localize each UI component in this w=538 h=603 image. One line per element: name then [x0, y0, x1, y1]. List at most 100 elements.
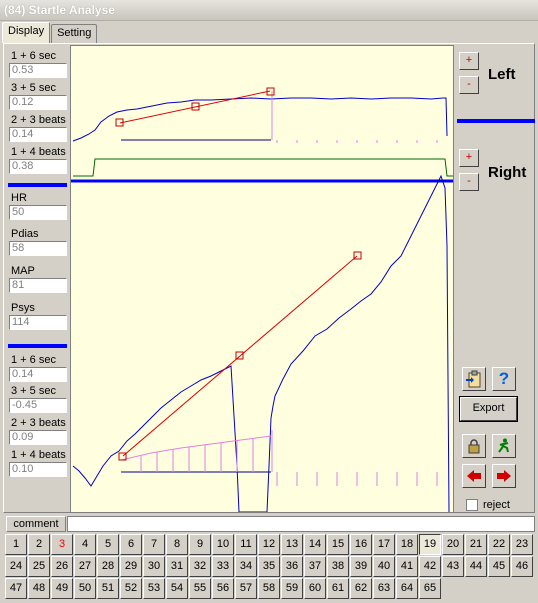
trial-button-7[interactable]: 7 — [143, 534, 165, 555]
trial-button-8[interactable]: 8 — [166, 534, 188, 555]
trial-button-26[interactable]: 26 — [51, 556, 73, 577]
trial-button-4[interactable]: 4 — [74, 534, 96, 555]
reject-option[interactable]: reject — [466, 499, 510, 511]
trial-button-33[interactable]: 33 — [212, 556, 234, 577]
export-button[interactable]: Export — [459, 396, 518, 422]
trial-button-52[interactable]: 52 — [120, 578, 142, 599]
right-zoom-out-button[interactable]: - — [459, 173, 479, 191]
field-label: Pdias — [11, 228, 39, 240]
run-button[interactable] — [492, 434, 516, 458]
trial-button-37[interactable]: 37 — [304, 556, 326, 577]
trial-button-32[interactable]: 32 — [189, 556, 211, 577]
trial-button-59[interactable]: 59 — [281, 578, 303, 599]
comment-input[interactable] — [67, 516, 535, 532]
trial-button-16[interactable]: 16 — [350, 534, 372, 555]
field-value[interactable]: 81 — [9, 278, 67, 293]
field-value[interactable]: 0.10 — [9, 462, 67, 477]
trial-button-9[interactable]: 9 — [189, 534, 211, 555]
trial-button-13[interactable]: 13 — [281, 534, 303, 555]
field-value[interactable]: 50 — [9, 205, 67, 220]
trial-button-49[interactable]: 49 — [51, 578, 73, 599]
trial-button-47[interactable]: 47 — [5, 578, 27, 599]
trial-button-44[interactable]: 44 — [465, 556, 487, 577]
trial-button-1[interactable]: 1 — [5, 534, 27, 555]
trial-button-11[interactable]: 11 — [235, 534, 257, 555]
help-button[interactable]: ? — [492, 367, 516, 391]
trial-button-29[interactable]: 29 — [120, 556, 142, 577]
trial-button-22[interactable]: 22 — [488, 534, 510, 555]
trial-button-51[interactable]: 51 — [97, 578, 119, 599]
display-panel: 1 + 6 sec 0.53 3 + 5 sec 0.12 2 + 3 beat… — [3, 43, 535, 513]
tab-display[interactable]: Display — [2, 22, 51, 43]
trial-button-48[interactable]: 48 — [28, 578, 50, 599]
lock-button[interactable] — [462, 434, 486, 458]
trial-button-3[interactable]: 3 — [51, 534, 73, 555]
trial-button-53[interactable]: 53 — [143, 578, 165, 599]
field-value[interactable]: 0.12 — [9, 95, 67, 110]
trial-button-39[interactable]: 39 — [350, 556, 372, 577]
tab-setting[interactable]: Setting — [51, 24, 98, 43]
trial-button-63[interactable]: 63 — [373, 578, 395, 599]
trial-button-6[interactable]: 6 — [120, 534, 142, 555]
window-title: (84) Startle Analyse — [0, 0, 538, 21]
trial-button-62[interactable]: 62 — [350, 578, 372, 599]
trial-button-5[interactable]: 5 — [97, 534, 119, 555]
trial-button-14[interactable]: 14 — [304, 534, 326, 555]
trial-button-56[interactable]: 56 — [212, 578, 234, 599]
trial-button-10[interactable]: 10 — [212, 534, 234, 555]
left-zoom-in-button[interactable]: + — [459, 52, 479, 70]
left-zoom-out-button[interactable]: - — [459, 76, 479, 94]
field-value[interactable]: 0.14 — [9, 367, 67, 382]
trial-button-34[interactable]: 34 — [235, 556, 257, 577]
trial-button-24[interactable]: 24 — [5, 556, 27, 577]
trial-button-55[interactable]: 55 — [189, 578, 211, 599]
trial-button-18[interactable]: 18 — [396, 534, 418, 555]
trial-button-54[interactable]: 54 — [166, 578, 188, 599]
arrow-right-icon — [497, 470, 511, 482]
trial-button-42[interactable]: 42 — [419, 556, 441, 577]
field-value[interactable]: 0.53 — [9, 63, 67, 78]
trial-button-64[interactable]: 64 — [396, 578, 418, 599]
reject-checkbox[interactable] — [466, 499, 478, 511]
trial-button-2[interactable]: 2 — [28, 534, 50, 555]
trial-button-50[interactable]: 50 — [74, 578, 96, 599]
trial-button-25[interactable]: 25 — [28, 556, 50, 577]
field-hr: HR 50 — [9, 192, 67, 220]
field-value[interactable]: 114 — [9, 315, 67, 330]
trial-button-15[interactable]: 15 — [327, 534, 349, 555]
field-value[interactable]: 0.38 — [9, 159, 67, 174]
trial-button-35[interactable]: 35 — [258, 556, 280, 577]
trial-button-17[interactable]: 17 — [373, 534, 395, 555]
trial-button-27[interactable]: 27 — [74, 556, 96, 577]
field-value[interactable]: 0.09 — [9, 430, 67, 445]
next-button[interactable] — [492, 464, 516, 488]
trial-button-61[interactable]: 61 — [327, 578, 349, 599]
trial-button-28[interactable]: 28 — [97, 556, 119, 577]
trial-button-41[interactable]: 41 — [396, 556, 418, 577]
clipboard-button[interactable] — [462, 367, 486, 391]
trial-button-40[interactable]: 40 — [373, 556, 395, 577]
right-zoom-in-button[interactable]: + — [459, 149, 479, 167]
field-value[interactable]: 58 — [9, 241, 67, 256]
trial-button-20[interactable]: 20 — [442, 534, 464, 555]
trial-button-65[interactable]: 65 — [419, 578, 441, 599]
trial-button-43[interactable]: 43 — [442, 556, 464, 577]
trial-button-36[interactable]: 36 — [281, 556, 303, 577]
trial-button-31[interactable]: 31 — [166, 556, 188, 577]
trial-button-38[interactable]: 38 — [327, 556, 349, 577]
trial-button-23[interactable]: 23 — [511, 534, 533, 555]
trial-button-30[interactable]: 30 — [143, 556, 165, 577]
field-value[interactable]: -0.45 — [9, 398, 67, 413]
trial-button-12[interactable]: 12 — [258, 534, 280, 555]
field-value[interactable]: 0.14 — [9, 127, 67, 142]
previous-button[interactable] — [462, 464, 486, 488]
signal-plot[interactable] — [70, 45, 454, 513]
trial-button-21[interactable]: 21 — [465, 534, 487, 555]
trial-button-57[interactable]: 57 — [235, 578, 257, 599]
trial-button-45[interactable]: 45 — [488, 556, 510, 577]
trial-button-19[interactable]: 19 — [419, 534, 441, 555]
trial-button-58[interactable]: 58 — [258, 578, 280, 599]
trial-button-60[interactable]: 60 — [304, 578, 326, 599]
trial-button-46[interactable]: 46 — [511, 556, 533, 577]
right-trace — [72, 174, 450, 513]
